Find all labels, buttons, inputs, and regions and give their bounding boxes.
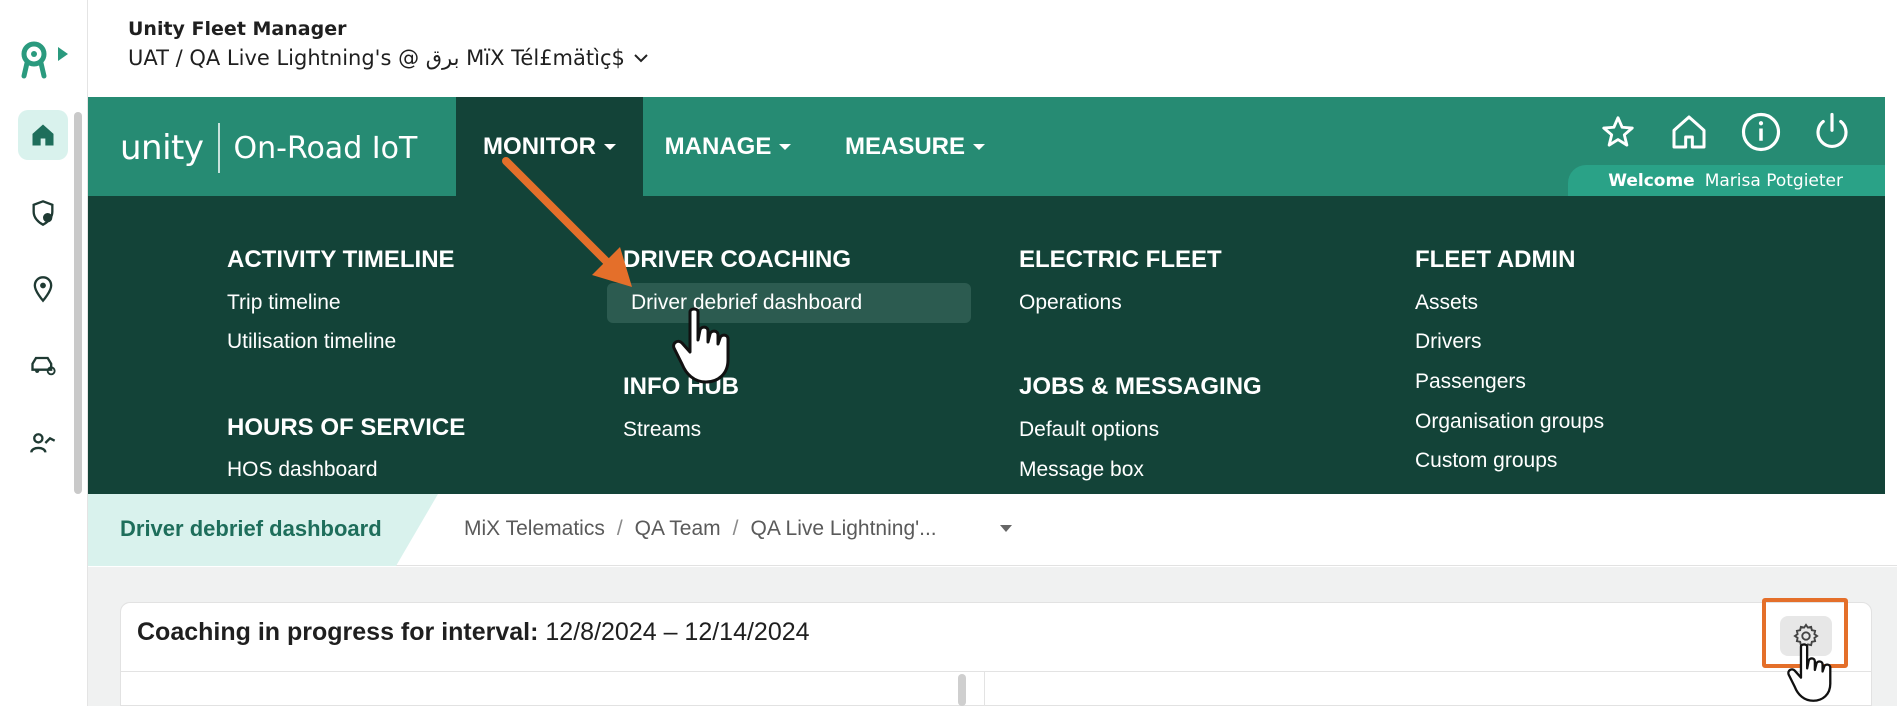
rail-vehicles[interactable]: [18, 340, 68, 390]
card-interval: 12/8/2024 – 12/14/2024: [545, 618, 810, 646]
menu-heading-driver-coaching: DRIVER COACHING: [623, 246, 852, 273]
org-switcher[interactable]: UAT / QA Live Lightning's @ برق MïX Tél£…: [128, 46, 649, 70]
tab-manage[interactable]: MANAGE: [652, 97, 804, 196]
breadcrumb-item-team[interactable]: QA Team: [635, 517, 721, 541]
menu-item-custom-groups[interactable]: Custom groups: [1415, 449, 1557, 473]
page-title: Driver debrief dashboard: [120, 516, 382, 541]
menu-item-hos-dashboard[interactable]: HOS dashboard: [227, 458, 378, 482]
breadcrumb-separator: /: [616, 517, 623, 540]
info-icon: [1741, 112, 1781, 152]
user-name: Marisa Potgieter: [1704, 170, 1843, 191]
star-icon: [1602, 116, 1634, 147]
info-button[interactable]: [1737, 108, 1785, 156]
menu-item-organisation-groups[interactable]: Organisation groups: [1415, 410, 1604, 434]
caret-down-icon: [973, 143, 985, 150]
menu-heading-electric-fleet: ELECTRIC FLEET: [1019, 246, 1222, 273]
tab-manage-label: MANAGE: [664, 132, 772, 160]
annotation-arrow-icon: [502, 157, 632, 287]
menu-item-operations[interactable]: Operations: [1019, 291, 1122, 315]
menu-heading-fleet-admin: FLEET ADMIN: [1415, 246, 1576, 273]
favorites-button[interactable]: [1594, 108, 1642, 156]
welcome-banner: Welcome Marisa Potgieter: [1568, 165, 1885, 196]
menu-item-passengers[interactable]: Passengers: [1415, 370, 1526, 394]
rail-location[interactable]: [18, 264, 68, 314]
brand-product-text: On-Road IoT: [233, 130, 418, 166]
shield-user-icon: [32, 200, 54, 226]
brand-unity-text: unity: [120, 128, 204, 168]
column-divider: [984, 671, 985, 706]
rail-drivers[interactable]: [18, 418, 68, 468]
driver-trend-icon: [30, 433, 56, 453]
power-icon: [1816, 112, 1848, 148]
home-button[interactable]: [1665, 108, 1713, 156]
menu-item-default-options[interactable]: Default options: [1019, 418, 1159, 442]
panel-scrollbar[interactable]: [958, 674, 966, 706]
tab-measure-label: MEASURE: [844, 132, 965, 160]
hand-cursor-icon: [672, 307, 730, 384]
welcome-label: Welcome: [1608, 170, 1695, 191]
brand-separator: [217, 123, 220, 173]
rail-scrollbar[interactable]: [74, 112, 82, 494]
tab-measure[interactable]: MEASURE: [830, 97, 1000, 196]
caret-down-icon: [603, 143, 616, 150]
chevron-down-icon: [634, 54, 648, 63]
breadcrumb-item-site[interactable]: QA Live Lightning'...: [751, 517, 937, 541]
breadcrumb[interactable]: MiX Telematics / QA Team / QA Live Light…: [464, 517, 937, 541]
monitor-mega-menu: ACTIVITY TIMELINE Trip timeline Utilisat…: [88, 196, 1885, 494]
menu-heading-hours-of-service: HOURS OF SERVICE: [227, 414, 466, 441]
menu-item-assets[interactable]: Assets: [1415, 291, 1478, 315]
breadcrumb-separator: /: [732, 517, 739, 540]
logout-button[interactable]: [1808, 108, 1856, 156]
logo-icon: [21, 41, 68, 79]
card-title-label: Coaching in progress for interval:: [137, 618, 539, 646]
brand-logo[interactable]: unity On-Road IoT: [120, 122, 417, 174]
caret-down-icon: [779, 143, 792, 150]
breadcrumb-item-company[interactable]: MiX Telematics: [464, 517, 605, 541]
caret-down-icon[interactable]: [1000, 525, 1012, 532]
app-logo-button[interactable]: [18, 36, 74, 82]
rail-safety[interactable]: [18, 188, 68, 238]
home-icon: [1672, 115, 1706, 149]
card-divider: [121, 671, 1871, 672]
menu-item-streams[interactable]: Streams: [623, 418, 701, 442]
home-icon: [32, 124, 54, 146]
location-pin-icon: [33, 276, 53, 303]
menu-item-trip-timeline[interactable]: Trip timeline: [227, 291, 341, 315]
menu-heading-jobs-messaging: JOBS & MESSAGING: [1019, 373, 1262, 400]
rail-home[interactable]: [18, 110, 68, 160]
app-title: Unity Fleet Manager: [128, 18, 347, 40]
menu-heading-activity-timeline: ACTIVITY TIMELINE: [227, 246, 455, 273]
vehicle-settings-icon: [31, 356, 56, 376]
menu-item-driver-debrief-label: Driver debrief dashboard: [631, 291, 863, 314]
hand-cursor-icon: [1787, 643, 1832, 702]
menu-item-message-box[interactable]: Message box: [1019, 458, 1144, 482]
org-path-label: UAT / QA Live Lightning's @ برق MïX Tél£…: [128, 46, 625, 70]
menu-item-driver-debrief-dashboard[interactable]: Driver debrief dashboard: [607, 283, 971, 323]
menu-item-drivers[interactable]: Drivers: [1415, 330, 1482, 354]
menu-item-utilisation-timeline[interactable]: Utilisation timeline: [227, 330, 396, 354]
card-title: Coaching in progress for interval: 12/8/…: [137, 618, 810, 647]
